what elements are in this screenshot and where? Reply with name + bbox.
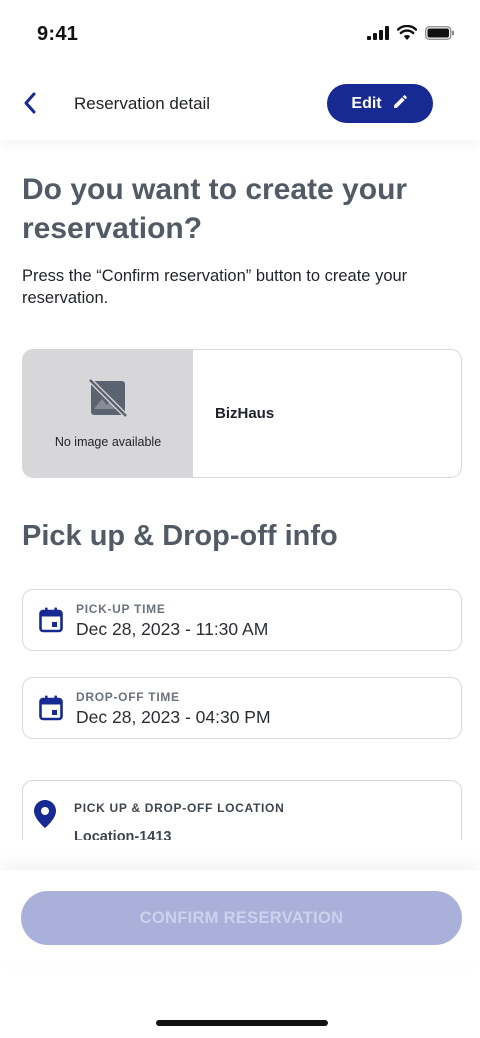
confirm-button-label: CONFIRM RESERVATION xyxy=(139,908,344,927)
status-time: 9:41 xyxy=(37,23,79,45)
no-image-label: No image available xyxy=(54,435,162,449)
section-title: Pick up & Drop-off info xyxy=(22,520,338,552)
bottom-action-bar: CONFIRM RESERVATION xyxy=(0,870,480,965)
edit-button[interactable]: Edit xyxy=(327,84,433,123)
vendor-name: BizHaus xyxy=(215,405,275,422)
page-description: Press the “Confirm reservation” button t… xyxy=(22,267,408,307)
vendor-image-placeholder: No image available xyxy=(23,350,193,477)
calendar-icon xyxy=(39,607,63,638)
page-title: Do you want to create your reservation? xyxy=(22,173,408,245)
dropoff-time-card[interactable]: DROP-OFF TIME Dec 28, 2023 - 04:30 PM xyxy=(22,677,462,739)
app-header: Reservation detail Edit xyxy=(0,70,480,140)
pickup-time-card[interactable]: PICK-UP TIME Dec 28, 2023 - 11:30 AM xyxy=(22,589,462,651)
back-button[interactable] xyxy=(16,88,44,122)
dropoff-time-label: DROP-OFF TIME xyxy=(76,690,180,704)
status-icons xyxy=(367,24,455,45)
location-value: Location-1413 xyxy=(74,829,172,840)
wifi-icon xyxy=(396,24,418,45)
confirm-reservation-button[interactable]: CONFIRM RESERVATION xyxy=(21,891,462,945)
pickup-time-label: PICK-UP TIME xyxy=(76,602,166,616)
cellular-signal-icon xyxy=(367,25,389,45)
edit-button-label: Edit xyxy=(351,94,382,112)
location-card[interactable]: PICK UP & DROP-OFF LOCATION Location-141… xyxy=(22,780,462,840)
location-label: PICK UP & DROP-OFF LOCATION xyxy=(74,801,285,815)
home-indicator[interactable] xyxy=(156,1020,328,1026)
pencil-icon xyxy=(392,93,409,115)
calendar-icon xyxy=(39,695,63,726)
reservation-content[interactable]: Do you want to create your reservation? … xyxy=(0,140,480,840)
location-pin-icon xyxy=(34,800,56,833)
vendor-card[interactable]: No image available BizHaus xyxy=(22,349,462,478)
battery-icon xyxy=(425,25,455,45)
header-title: Reservation detail xyxy=(74,94,211,113)
pickup-time-value: Dec 28, 2023 - 11:30 AM xyxy=(76,619,269,639)
chevron-left-icon xyxy=(23,92,37,119)
status-bar: 9:41 xyxy=(0,0,480,70)
dropoff-time-value: Dec 28, 2023 - 04:30 PM xyxy=(76,707,271,727)
no-image-icon xyxy=(88,378,128,423)
